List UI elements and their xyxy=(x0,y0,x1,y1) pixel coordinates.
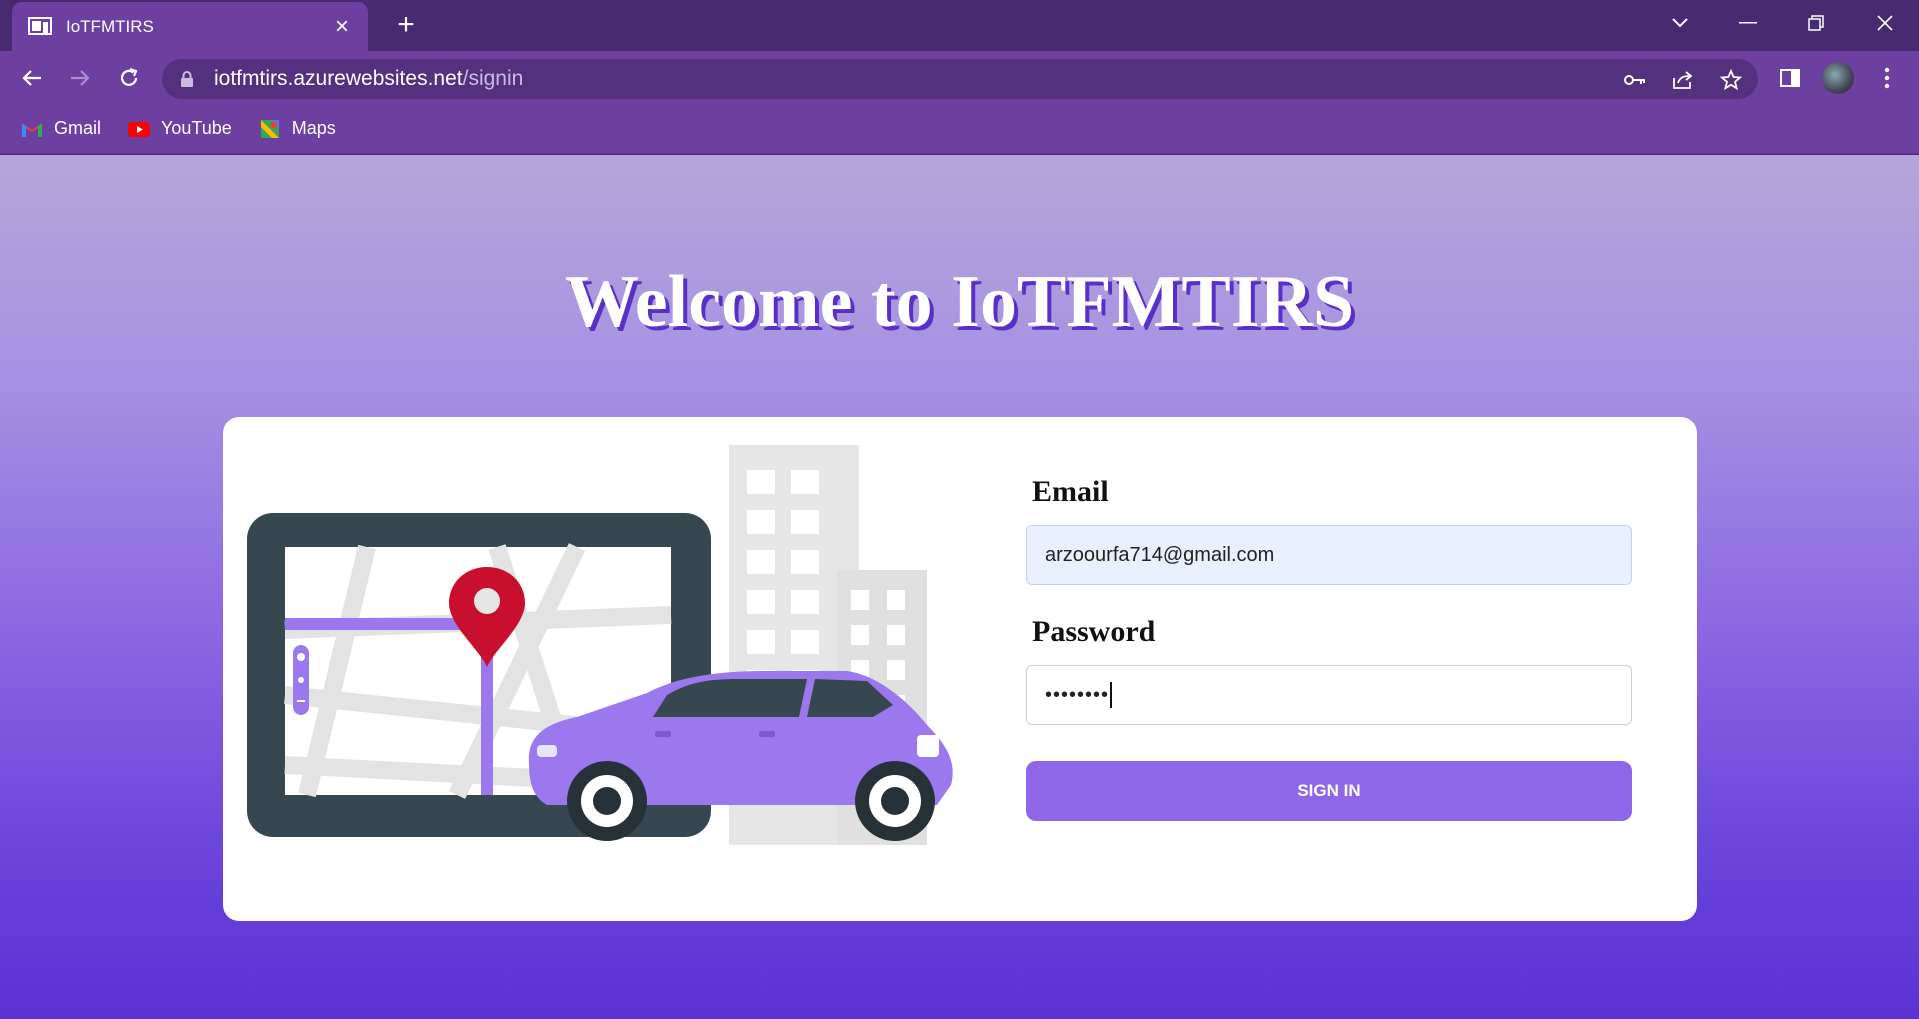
page-title: Welcome to IoTFMTIRS xyxy=(564,261,1355,343)
tab-strip: IoTFMTIRS × + xyxy=(0,0,1919,51)
share-icon[interactable] xyxy=(1668,65,1698,95)
back-icon[interactable] xyxy=(15,61,49,95)
address-bar[interactable]: iotfmtirs.azurewebsites.net/signin xyxy=(162,59,1758,99)
bookmark-gmail[interactable]: Gmail xyxy=(20,118,101,139)
bookmark-label: Gmail xyxy=(54,118,102,138)
bookmark-label: YouTube xyxy=(161,118,232,138)
lock-icon[interactable] xyxy=(180,71,194,87)
site-favicon-icon xyxy=(28,16,52,38)
maps-icon xyxy=(258,119,282,139)
more-menu-icon[interactable] xyxy=(1870,61,1904,95)
bookmark-label: Maps xyxy=(291,118,336,138)
page-background: Welcome to IoTFMTIRS Email arzoourfa714@… xyxy=(0,155,1919,1019)
password-value: •••••••• xyxy=(1045,683,1110,706)
side-panel-icon[interactable] xyxy=(1773,61,1807,95)
minimize-icon[interactable] xyxy=(1728,8,1768,38)
gmail-icon xyxy=(20,119,44,139)
close-window-icon[interactable] xyxy=(1865,8,1905,38)
navigation-car-illustration xyxy=(247,445,967,897)
password-field[interactable]: •••••••• xyxy=(1026,665,1632,725)
signin-button[interactable]: SIGN IN xyxy=(1026,761,1632,821)
forward-icon[interactable] xyxy=(63,61,97,95)
signin-form: Email arzoourfa714@gmail.com Password ••… xyxy=(1026,475,1632,821)
browser-toolbar: iotfmtirs.azurewebsites.net/signin xyxy=(0,51,1919,104)
close-tab-icon[interactable]: × xyxy=(330,14,354,39)
bookmark-youtube[interactable]: YouTube xyxy=(127,118,232,139)
bookmarks-bar: Gmail YouTube Maps xyxy=(0,104,1919,154)
browser-tab[interactable]: IoTFMTIRS × xyxy=(12,2,368,51)
text-caret xyxy=(1110,682,1113,708)
url-text: iotfmtirs.azurewebsites.net/signin xyxy=(214,67,524,90)
signin-card: Email arzoourfa714@gmail.com Password ••… xyxy=(223,417,1697,921)
youtube-icon xyxy=(127,119,151,139)
tab-search-icon[interactable] xyxy=(1660,8,1700,38)
email-field[interactable]: arzoourfa714@gmail.com xyxy=(1026,525,1632,585)
new-tab-icon[interactable]: + xyxy=(392,10,420,40)
bookmark-maps[interactable]: Maps xyxy=(258,118,336,139)
email-value: arzoourfa714@gmail.com xyxy=(1045,543,1275,566)
reload-icon[interactable] xyxy=(112,61,146,95)
tab-title: IoTFMTIRS xyxy=(66,16,154,36)
profile-avatar[interactable] xyxy=(1822,62,1854,94)
key-icon[interactable] xyxy=(1620,65,1650,95)
restore-icon[interactable] xyxy=(1796,8,1836,38)
email-label: Email xyxy=(1032,475,1109,508)
password-label: Password xyxy=(1032,615,1156,648)
bookmark-star-icon[interactable] xyxy=(1716,65,1746,95)
